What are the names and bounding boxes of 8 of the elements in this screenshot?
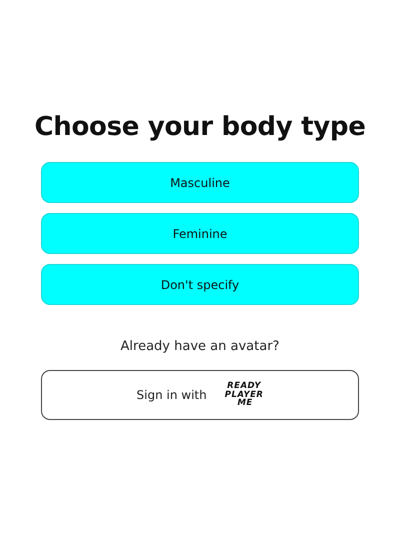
avatar-prompt: Already have an avatar? (120, 339, 280, 354)
logo: READY PLAYER ME (224, 382, 264, 408)
page-title: Choose your body type (34, 112, 366, 142)
body-type-button[interactable]: Feminine (41, 213, 359, 254)
sign-in-label: Sign in with (136, 388, 207, 402)
body-type-button[interactable]: Don't specify (41, 264, 359, 305)
body-type-button[interactable]: Masculine (41, 162, 359, 203)
sign-in-button[interactable]: Sign in with READY PLAYER ME (41, 370, 359, 420)
